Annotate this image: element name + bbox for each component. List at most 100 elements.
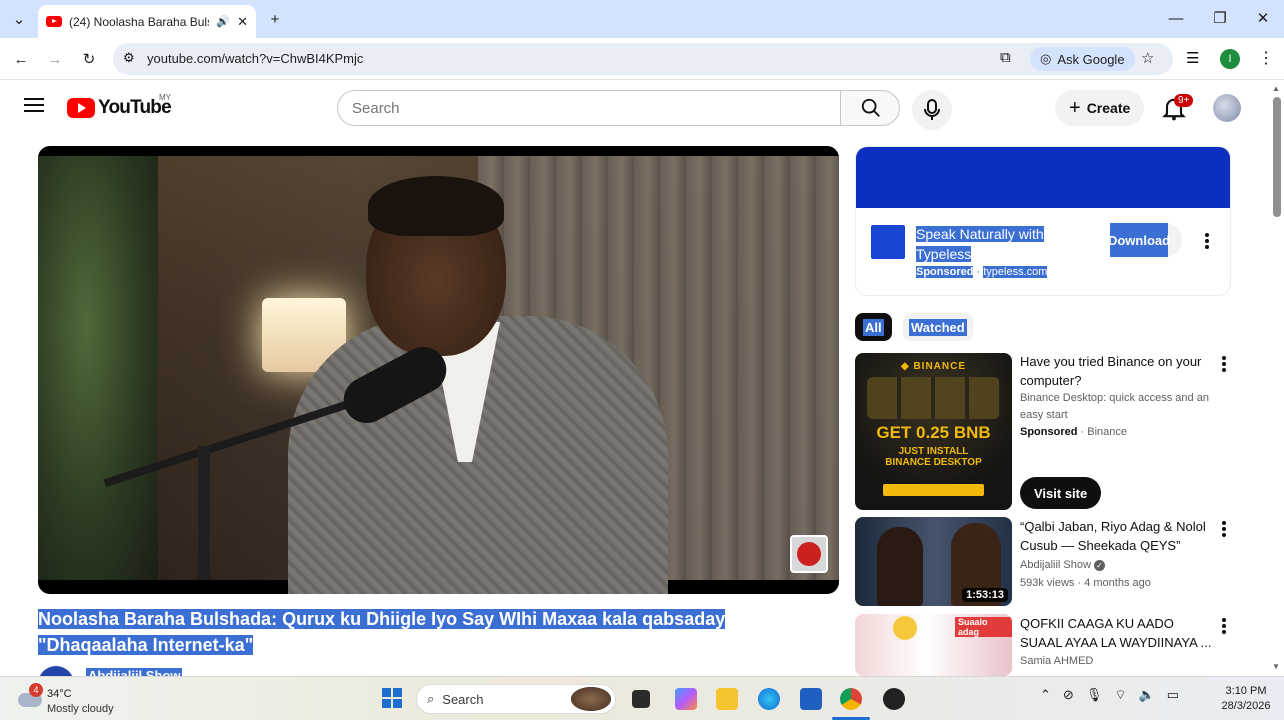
youtube-play-icon bbox=[67, 98, 95, 118]
video-channel-name[interactable]: Samia AHMED bbox=[1020, 653, 1212, 670]
video-thumbnail[interactable]: Suaalo adag bbox=[855, 614, 1012, 676]
audio-playing-icon[interactable]: 🔊 bbox=[216, 15, 230, 28]
video-player[interactable] bbox=[38, 146, 839, 594]
restore-window-icon[interactable]: ❐ bbox=[1210, 8, 1230, 28]
minimize-window-icon[interactable]: — bbox=[1166, 8, 1186, 28]
video-views: 593k views bbox=[1020, 577, 1075, 589]
taskbar-search-box[interactable]: ⌕ Search bbox=[416, 684, 616, 714]
forward-arrow-icon[interactable]: → bbox=[44, 48, 66, 70]
chrome-browser-icon[interactable] bbox=[840, 688, 862, 710]
back-arrow-icon[interactable]: ← bbox=[10, 48, 32, 70]
taskbar-clock[interactable]: 3:10 PM 28/3/2026 bbox=[1218, 684, 1274, 714]
account-avatar[interactable] bbox=[1213, 94, 1241, 122]
video-title-link[interactable]: QOFKII CAAGA KU AADO SUAAL AYAA LA WAYDI… bbox=[1020, 614, 1212, 652]
video-age: 4 months ago bbox=[1084, 577, 1151, 589]
youtube-favicon-icon bbox=[46, 16, 62, 27]
voice-search-button[interactable] bbox=[912, 90, 952, 130]
chip-watched-label: Watched bbox=[909, 318, 967, 336]
weather-widget[interactable]: 4 34°C Mostly cloudy bbox=[18, 681, 138, 717]
binance-ad-thumbnail[interactable]: ◆ BINANCE GET 0.25 BNB JUST INSTALL BINA… bbox=[855, 353, 1012, 510]
ask-google-button[interactable]: ◎ Ask Google bbox=[1030, 47, 1135, 71]
video-title: Noolasha Baraha Bulshada: Qurux ku Dhiig… bbox=[38, 606, 828, 658]
video-more-options-icon[interactable] bbox=[1222, 521, 1226, 537]
profile-avatar[interactable]: I bbox=[1220, 49, 1240, 69]
hamburger-menu-icon[interactable] bbox=[24, 98, 44, 112]
network-off-icon[interactable]: ⊘ bbox=[1063, 687, 1074, 703]
ad-download-button[interactable]: Download bbox=[1108, 223, 1182, 257]
tab-close-icon[interactable]: ✕ bbox=[237, 14, 248, 30]
youtube-header: YouTube MY + Create bbox=[0, 80, 1270, 136]
binance-more-options-icon[interactable] bbox=[1222, 356, 1226, 372]
video-channel-name: Abdijaliil Show bbox=[1020, 559, 1091, 571]
video-stats-separator: · bbox=[1077, 577, 1082, 589]
install-app-icon[interactable]: ⧉ bbox=[1000, 49, 1011, 66]
battery-icon[interactable]: ▭ bbox=[1167, 687, 1179, 703]
chip-all[interactable]: All bbox=[855, 313, 892, 341]
microphone-tray-icon[interactable]: 🎙 bbox=[1086, 687, 1103, 703]
binance-ad-description: Binance Desktop: quick access and an eas… bbox=[1020, 392, 1209, 421]
search-button[interactable] bbox=[840, 90, 900, 126]
ask-google-label: Ask Google bbox=[1057, 51, 1125, 67]
url-text[interactable]: youtube.com/watch?v=ChwBI4KPmjc bbox=[147, 51, 363, 66]
page-scrollbar-thumb[interactable] bbox=[1273, 97, 1281, 217]
windows-start-icon[interactable] bbox=[382, 688, 402, 708]
youtube-logo[interactable]: YouTube MY bbox=[67, 93, 172, 119]
binance-brand: ◆ BINANCE bbox=[900, 361, 967, 372]
create-button[interactable]: + Create bbox=[1055, 90, 1145, 126]
site-settings-icon[interactable]: ⚙ bbox=[123, 50, 135, 66]
channel-avatar[interactable] bbox=[38, 666, 74, 676]
verified-badge-icon: ✓ bbox=[1094, 560, 1105, 571]
video-thumbnail[interactable]: 1:53:13 bbox=[855, 517, 1012, 606]
windows-taskbar: 4 34°C Mostly cloudy ⌕ Search ⌃ ⊘ 🎙 ⌔ 🔈 … bbox=[0, 676, 1284, 720]
search-highlight-image bbox=[571, 687, 611, 711]
ad-title[interactable]: Speak Naturally with Typeless bbox=[916, 224, 1066, 264]
weather-condition: Mostly cloudy bbox=[47, 703, 114, 715]
ad-more-options-icon[interactable] bbox=[1205, 233, 1209, 249]
microphone-icon bbox=[924, 99, 940, 120]
bookmark-star-icon[interactable]: ☆ bbox=[1141, 49, 1154, 67]
reload-icon[interactable]: ↻ bbox=[78, 48, 100, 70]
binance-sub2: BINANCE DESKTOP bbox=[885, 457, 982, 468]
chip-watched[interactable]: Watched bbox=[903, 313, 973, 341]
copilot-icon[interactable] bbox=[675, 688, 697, 710]
volume-icon[interactable]: 🔈 bbox=[1139, 687, 1155, 703]
scroll-up-arrow-icon[interactable]: ▲ bbox=[1272, 84, 1280, 93]
create-label: Create bbox=[1086, 100, 1131, 116]
video-channel-line[interactable]: Abdijaliil Show ✓ bbox=[1020, 557, 1212, 574]
binance-reward-cards bbox=[867, 377, 1000, 419]
binance-sponsored-label: Sponsored bbox=[1020, 426, 1078, 438]
binance-ad-title[interactable]: Have you tried Binance on your computer? bbox=[1020, 352, 1212, 390]
binance-ad-sponsor-line: Sponsored · Binance bbox=[1020, 424, 1212, 441]
reading-list-icon[interactable]: ☰ bbox=[1186, 49, 1199, 67]
visit-site-button[interactable]: Visit site bbox=[1020, 477, 1102, 509]
search-input[interactable] bbox=[338, 91, 840, 125]
tab-title: (24) Noolasha Baraha Bulsh bbox=[69, 14, 210, 29]
video-title-link[interactable]: “Qalbi Jaban, Riyo Adag & Nolol Cusub — … bbox=[1020, 517, 1212, 555]
ad-separator: · bbox=[976, 266, 981, 278]
video-title-text: Noolasha Baraha Bulshada: Qurux ku Dhiig… bbox=[38, 609, 726, 655]
scroll-down-arrow-icon[interactable]: ▼ bbox=[1272, 662, 1280, 671]
tab-search-dropdown-icon[interactable]: ⌄ bbox=[8, 8, 30, 30]
edge-browser-icon[interactable] bbox=[758, 688, 780, 710]
ad-sponsor-line: Sponsored · typeless.com bbox=[916, 266, 1048, 278]
sidebar-ad-card[interactable]: Speak Naturally with Typeless Sponsored … bbox=[855, 146, 1231, 296]
wifi-icon[interactable]: ⌔ bbox=[1114, 687, 1126, 703]
search-field[interactable] bbox=[337, 90, 841, 126]
tray-overflow-chevron-icon[interactable]: ⌃ bbox=[1040, 687, 1051, 703]
channel-name[interactable]: Abdijaliil Show bbox=[86, 668, 183, 676]
browser-menu-icon[interactable]: ⋮ bbox=[1258, 48, 1274, 68]
ad-banner[interactable] bbox=[856, 147, 1230, 208]
video-more-options-icon[interactable] bbox=[1222, 618, 1226, 634]
chatgpt-app-icon[interactable] bbox=[883, 688, 905, 710]
file-explorer-icon[interactable] bbox=[716, 688, 738, 710]
ad-sponsored-label: Sponsored bbox=[916, 266, 974, 278]
channel-watermark-icon[interactable] bbox=[790, 535, 828, 573]
browser-tab-active[interactable]: (24) Noolasha Baraha Bulsh 🔊 ✕ bbox=[38, 5, 256, 38]
close-window-icon[interactable]: ✕ bbox=[1253, 8, 1273, 28]
microsoft-store-icon[interactable] bbox=[800, 688, 822, 710]
address-bar[interactable]: ⚙ youtube.com/watch?v=ChwBI4KPmjc ⧉ ◎ As… bbox=[113, 43, 1173, 75]
microphone-stand bbox=[198, 446, 210, 580]
new-tab-button[interactable]: + bbox=[264, 8, 286, 30]
browser-toolbar: ← → ↻ ⚙ youtube.com/watch?v=ChwBI4KPmjc … bbox=[0, 38, 1284, 80]
task-view-icon[interactable] bbox=[632, 690, 650, 708]
